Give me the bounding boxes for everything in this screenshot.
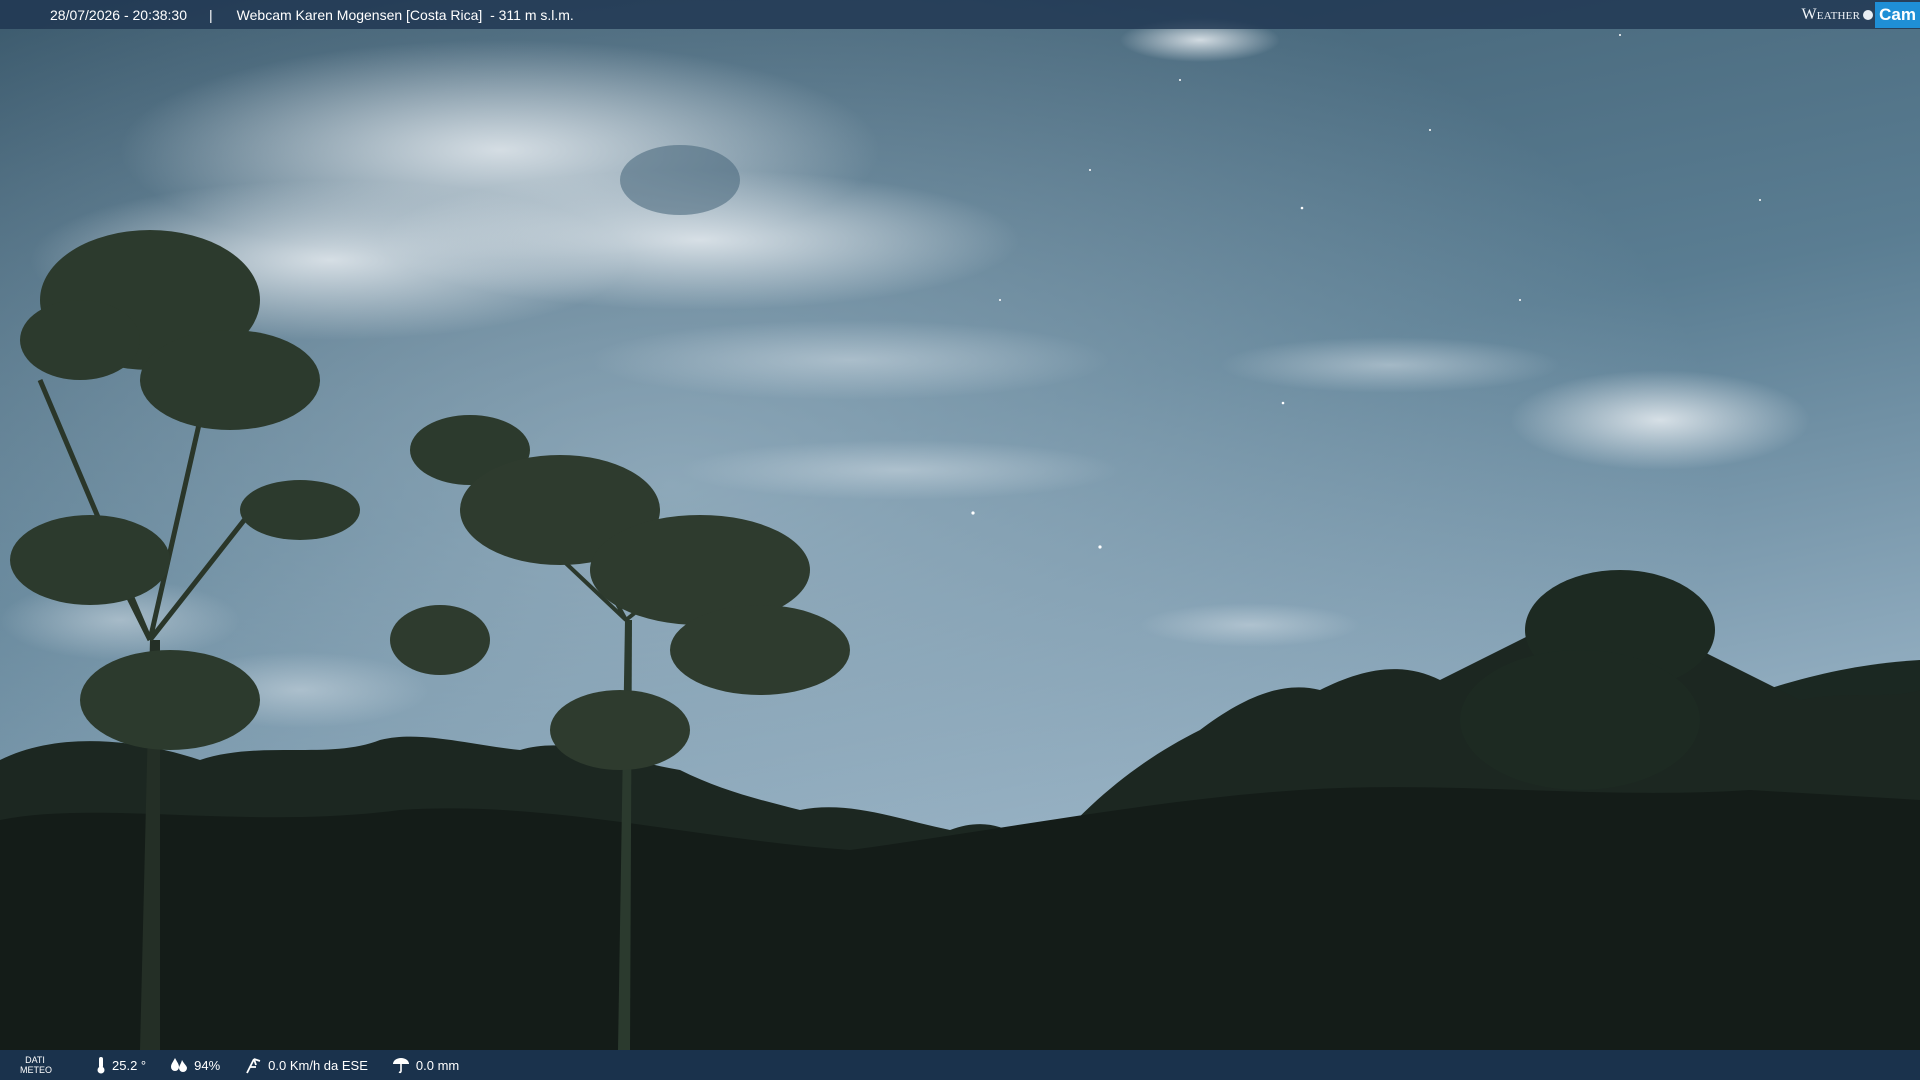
weathercam-logo[interactable]: Weather Cam bbox=[1801, 0, 1920, 29]
humidity-value: 94% bbox=[194, 1057, 221, 1073]
humidity-icon bbox=[171, 1058, 188, 1072]
rain-reading: 0.0 mm bbox=[392, 1056, 459, 1074]
webcam-location: Webcam Karen Mogensen [Costa Rica] - 311… bbox=[236, 6, 574, 23]
temperature-reading: 25.2 ° bbox=[96, 1056, 146, 1074]
weather-data-label: DATI METEO bbox=[20, 1055, 53, 1075]
header-bar: 28/07/2026 - 20:38:30 | Webcam Karen Mog… bbox=[0, 0, 1920, 29]
humidity-reading: 94% bbox=[170, 1057, 220, 1073]
webcam-image bbox=[0, 0, 1920, 1080]
wind-value: 0.0 Km/h da ESE bbox=[268, 1057, 368, 1073]
wind-icon bbox=[246, 1058, 261, 1074]
rain-icon bbox=[392, 1058, 409, 1074]
wind-reading: 0.0 Km/h da ESE bbox=[244, 1056, 368, 1074]
thermometer-icon bbox=[97, 1057, 105, 1074]
datetime: 28/07/2026 - 20:38:30 bbox=[50, 6, 188, 23]
temperature-value: 25.2 ° bbox=[112, 1057, 147, 1073]
header-separator: | bbox=[209, 6, 213, 23]
weather-data-bar: DATI METEO 25.2 ° 94% 0.0 Km/h da ESE 0.… bbox=[0, 1050, 1920, 1080]
logo-dot-icon bbox=[1863, 9, 1874, 20]
rain-value: 0.0 mm bbox=[415, 1057, 460, 1073]
logo-weather-text: Weather bbox=[1801, 5, 1861, 23]
logo-cam-text: Cam bbox=[1875, 1, 1920, 28]
